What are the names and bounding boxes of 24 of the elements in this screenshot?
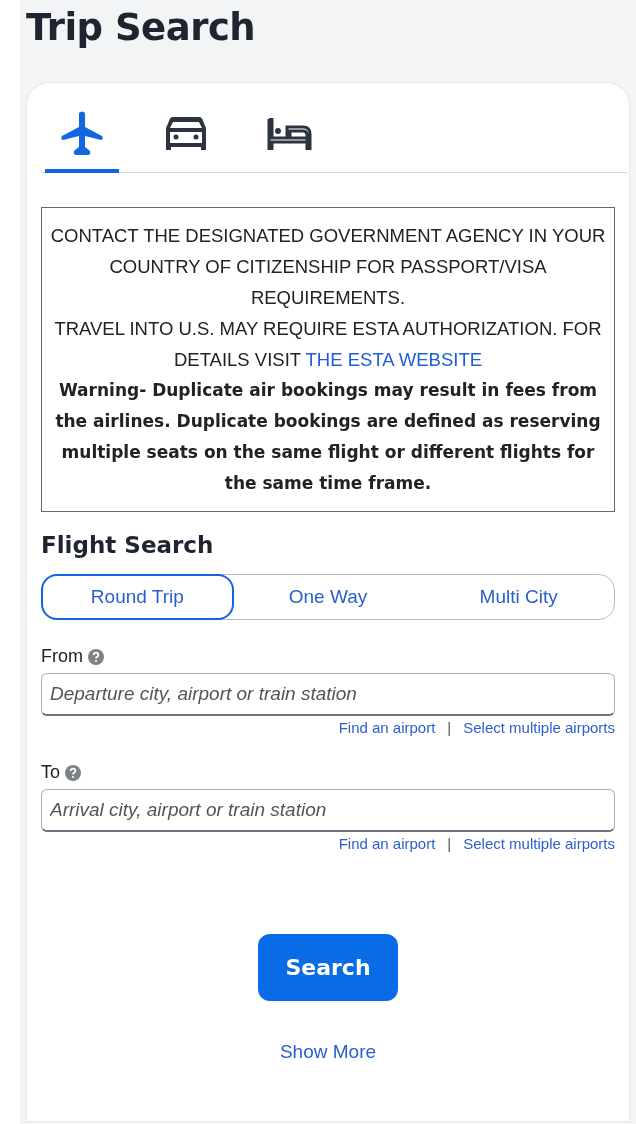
multiple-airports-link[interactable]: Select multiple airports [463,719,615,736]
search-button[interactable]: Search [258,934,398,1001]
bed-icon [267,118,313,150]
trip-type-option[interactable]: Multi City [422,574,615,620]
find-airport-link[interactable]: Find an airport [338,719,436,736]
notice-text: CONTACT THE DESIGNATED GOVERNMENT AGENCY IN YOUR COUNTRY OF CITIZENSHIP FOR PASSPORT/VISA REQUIREMENTS. [49,224,607,310]
multiple-airports-link[interactable]: Select multiple airports [463,835,615,852]
warning-text: Warning- Duplicate air bookings may result in fees from the airlines. Duplicate bookings are defined as reserving multiple seats on the same flight or different flights for the same time frame. [54,379,602,495]
airplane-icon [58,111,106,157]
page-title: Trip Search [26,5,257,51]
help-icon[interactable] [65,764,81,781]
field-label: To [41,762,60,783]
section-title: Flight Search [41,532,215,558]
trip-type-option[interactable]: Round Trip [41,574,234,620]
trip-type-option[interactable]: One Way [231,574,425,620]
airport-input-field[interactable]: Departure city, airport or train station [41,673,615,716]
find-airport-link[interactable]: Find an airport [338,835,436,852]
separator: | [447,719,452,736]
esta-link[interactable]: THE ESTA WEBSITE [305,349,483,370]
show-more-link[interactable]: Show More [279,1041,377,1063]
notice-text: TRAVEL INTO U.S. MAY REQUIRE ESTA AUTHORIZATION. FOR DETAILS VISIT THE ESTA WEBSITE [53,317,603,372]
field-label: From [41,646,83,667]
separator: | [447,835,452,852]
help-icon[interactable] [88,648,104,665]
